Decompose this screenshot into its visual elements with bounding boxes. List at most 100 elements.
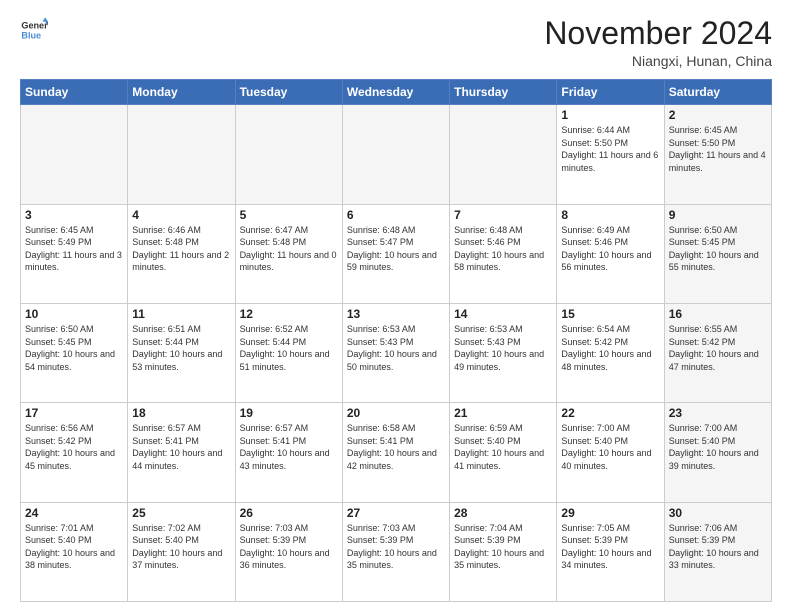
table-row: 4 Sunrise: 6:46 AM Sunset: 5:48 PM Daylig…: [128, 204, 235, 303]
calendar-week-4: 24 Sunrise: 7:01 AM Sunset: 5:40 PM Dayli…: [21, 502, 772, 601]
day-info: Sunrise: 6:47 AM Sunset: 5:48 PM Dayligh…: [240, 224, 338, 274]
header: General Blue November 2024 Niangxi, Huna…: [20, 16, 772, 69]
title-block: November 2024 Niangxi, Hunan, China: [544, 16, 772, 69]
day-number: 21: [454, 406, 552, 420]
day-info: Sunrise: 6:50 AM Sunset: 5:45 PM Dayligh…: [25, 323, 123, 373]
day-number: 3: [25, 208, 123, 222]
calendar-week-2: 10 Sunrise: 6:50 AM Sunset: 5:45 PM Dayli…: [21, 303, 772, 402]
day-info: Sunrise: 7:04 AM Sunset: 5:39 PM Dayligh…: [454, 522, 552, 572]
day-number: 20: [347, 406, 445, 420]
day-info: Sunrise: 6:49 AM Sunset: 5:46 PM Dayligh…: [561, 224, 659, 274]
day-number: 1: [561, 108, 659, 122]
table-row: 7Sunrise: 6:48 AM Sunset: 5:46 PM Daylig…: [450, 204, 557, 303]
logo-icon: General Blue: [20, 16, 48, 44]
table-row: 2Sunrise: 6:45 AM Sunset: 5:50 PM Daylig…: [664, 105, 771, 204]
table-row: 30Sunrise: 7:06 AM Sunset: 5:39 PM Dayli…: [664, 502, 771, 601]
svg-text:Blue: Blue: [21, 30, 41, 40]
day-number: 17: [25, 406, 123, 420]
table-row: [21, 105, 128, 204]
table-row: 5 Sunrise: 6:47 AM Sunset: 5:48 PM Daylig…: [235, 204, 342, 303]
table-row: 3 Sunrise: 6:45 AM Sunset: 5:49 PM Daylig…: [21, 204, 128, 303]
day-info: Sunrise: 6:56 AM Sunset: 5:42 PM Dayligh…: [25, 422, 123, 472]
day-info: Sunrise: 6:45 AM Sunset: 5:49 PM Dayligh…: [25, 224, 123, 274]
day-number: 24: [25, 506, 123, 520]
col-saturday: Saturday: [664, 80, 771, 105]
table-row: 29Sunrise: 7:05 AM Sunset: 5:39 PM Dayli…: [557, 502, 664, 601]
logo: General Blue: [20, 16, 48, 44]
day-number: 26: [240, 506, 338, 520]
table-row: 27 Sunrise: 7:03 AM Sunset: 5:39 PM Dayli…: [342, 502, 449, 601]
day-info: Sunrise: 7:00 AM Sunset: 5:40 PM Dayligh…: [669, 422, 767, 472]
table-row: 13Sunrise: 6:53 AM Sunset: 5:43 PM Dayli…: [342, 303, 449, 402]
day-number: 16: [669, 307, 767, 321]
day-info: Sunrise: 6:53 AM Sunset: 5:43 PM Dayligh…: [347, 323, 445, 373]
calendar-week-3: 17 Sunrise: 6:56 AM Sunset: 5:42 PM Dayli…: [21, 403, 772, 502]
day-info: Sunrise: 6:50 AM Sunset: 5:45 PM Dayligh…: [669, 224, 767, 274]
page: General Blue November 2024 Niangxi, Huna…: [0, 0, 792, 612]
day-info: Sunrise: 6:57 AM Sunset: 5:41 PM Dayligh…: [240, 422, 338, 472]
table-row: [450, 105, 557, 204]
col-thursday: Thursday: [450, 80, 557, 105]
table-row: 24 Sunrise: 7:01 AM Sunset: 5:40 PM Dayli…: [21, 502, 128, 601]
day-number: 10: [25, 307, 123, 321]
table-row: [342, 105, 449, 204]
day-number: 6: [347, 208, 445, 222]
day-info: Sunrise: 6:57 AM Sunset: 5:41 PM Dayligh…: [132, 422, 230, 472]
day-number: 30: [669, 506, 767, 520]
table-row: 19Sunrise: 6:57 AM Sunset: 5:41 PM Dayli…: [235, 403, 342, 502]
table-row: 26 Sunrise: 7:03 AM Sunset: 5:39 PM Dayli…: [235, 502, 342, 601]
table-row: 10 Sunrise: 6:50 AM Sunset: 5:45 PM Dayli…: [21, 303, 128, 402]
calendar-header-row: Sunday Monday Tuesday Wednesday Thursday…: [21, 80, 772, 105]
day-number: 2: [669, 108, 767, 122]
svg-text:General: General: [21, 21, 48, 31]
day-number: 14: [454, 307, 552, 321]
col-sunday: Sunday: [21, 80, 128, 105]
day-info: Sunrise: 6:48 AM Sunset: 5:47 PM Dayligh…: [347, 224, 445, 274]
table-row: 6 Sunrise: 6:48 AM Sunset: 5:47 PM Daylig…: [342, 204, 449, 303]
day-info: Sunrise: 6:58 AM Sunset: 5:41 PM Dayligh…: [347, 422, 445, 472]
day-number: 25: [132, 506, 230, 520]
day-info: Sunrise: 6:54 AM Sunset: 5:42 PM Dayligh…: [561, 323, 659, 373]
col-monday: Monday: [128, 80, 235, 105]
table-row: 14Sunrise: 6:53 AM Sunset: 5:43 PM Dayli…: [450, 303, 557, 402]
table-row: 25Sunrise: 7:02 AM Sunset: 5:40 PM Dayli…: [128, 502, 235, 601]
calendar-table: Sunday Monday Tuesday Wednesday Thursday…: [20, 79, 772, 602]
table-row: 8 Sunrise: 6:49 AM Sunset: 5:46 PM Daylig…: [557, 204, 664, 303]
day-info: Sunrise: 7:03 AM Sunset: 5:39 PM Dayligh…: [347, 522, 445, 572]
table-row: 16 Sunrise: 6:55 AM Sunset: 5:42 PM Dayli…: [664, 303, 771, 402]
calendar-week-1: 3 Sunrise: 6:45 AM Sunset: 5:49 PM Daylig…: [21, 204, 772, 303]
day-number: 4: [132, 208, 230, 222]
col-friday: Friday: [557, 80, 664, 105]
table-row: 17 Sunrise: 6:56 AM Sunset: 5:42 PM Dayli…: [21, 403, 128, 502]
day-info: Sunrise: 7:01 AM Sunset: 5:40 PM Dayligh…: [25, 522, 123, 572]
table-row: 28 Sunrise: 7:04 AM Sunset: 5:39 PM Dayli…: [450, 502, 557, 601]
day-info: Sunrise: 7:03 AM Sunset: 5:39 PM Dayligh…: [240, 522, 338, 572]
day-number: 5: [240, 208, 338, 222]
table-row: 23 Sunrise: 7:00 AM Sunset: 5:40 PM Dayli…: [664, 403, 771, 502]
day-number: 28: [454, 506, 552, 520]
table-row: 22 Sunrise: 7:00 AM Sunset: 5:40 PM Dayli…: [557, 403, 664, 502]
day-info: Sunrise: 6:46 AM Sunset: 5:48 PM Dayligh…: [132, 224, 230, 274]
col-wednesday: Wednesday: [342, 80, 449, 105]
day-info: Sunrise: 6:55 AM Sunset: 5:42 PM Dayligh…: [669, 323, 767, 373]
day-info: Sunrise: 7:00 AM Sunset: 5:40 PM Dayligh…: [561, 422, 659, 472]
day-number: 22: [561, 406, 659, 420]
day-number: 18: [132, 406, 230, 420]
table-row: 11Sunrise: 6:51 AM Sunset: 5:44 PM Dayli…: [128, 303, 235, 402]
day-info: Sunrise: 6:59 AM Sunset: 5:40 PM Dayligh…: [454, 422, 552, 472]
day-number: 27: [347, 506, 445, 520]
location: Niangxi, Hunan, China: [544, 53, 772, 69]
day-number: 8: [561, 208, 659, 222]
table-row: 18 Sunrise: 6:57 AM Sunset: 5:41 PM Dayli…: [128, 403, 235, 502]
day-info: Sunrise: 6:44 AM Sunset: 5:50 PM Dayligh…: [561, 124, 659, 174]
col-tuesday: Tuesday: [235, 80, 342, 105]
table-row: 21 Sunrise: 6:59 AM Sunset: 5:40 PM Dayli…: [450, 403, 557, 502]
day-info: Sunrise: 6:48 AM Sunset: 5:46 PM Dayligh…: [454, 224, 552, 274]
table-row: [128, 105, 235, 204]
day-number: 15: [561, 307, 659, 321]
day-number: 23: [669, 406, 767, 420]
day-number: 12: [240, 307, 338, 321]
table-row: 9Sunrise: 6:50 AM Sunset: 5:45 PM Daylig…: [664, 204, 771, 303]
month-title: November 2024: [544, 16, 772, 51]
day-number: 11: [132, 307, 230, 321]
